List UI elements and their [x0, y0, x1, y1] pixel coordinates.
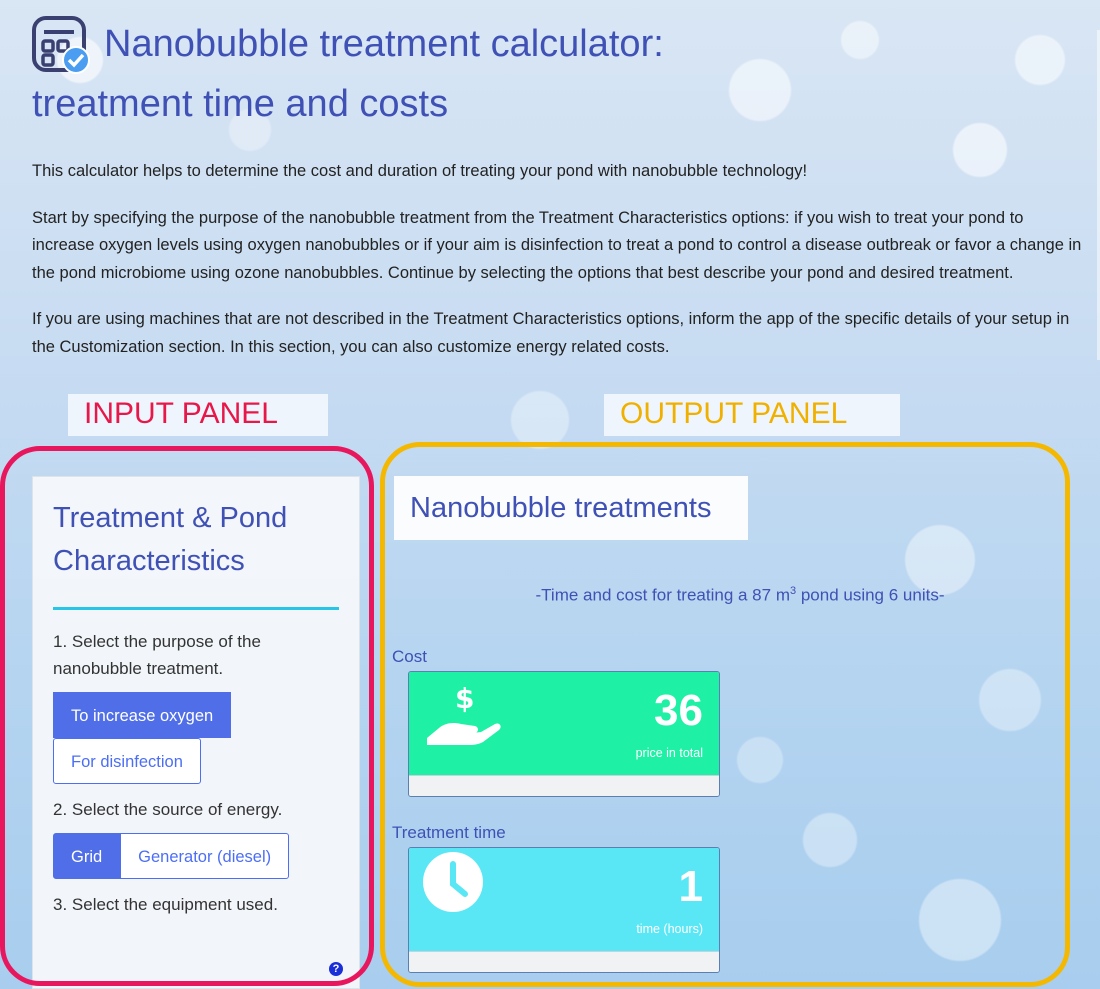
title-line-2: treatment time and costs — [32, 83, 449, 125]
input-panel-frame — [0, 446, 374, 986]
intro-paragraph-3: If you are using machines that are not d… — [32, 310, 1070, 356]
output-panel-frame — [380, 442, 1070, 987]
page-title: Nanobubble treatment calculator: treatme… — [32, 14, 792, 134]
input-panel-annotation: INPUT PANEL — [68, 394, 328, 436]
intro-paragraph-2: Start by specifying the purpose of the n… — [32, 208, 1082, 282]
output-panel-annotation: OUTPUT PANEL — [604, 394, 900, 436]
intro-text: This calculator helps to determine the c… — [32, 158, 1082, 380]
intro-paragraph-1: This calculator helps to determine the c… — [32, 162, 808, 180]
title-line-1: Nanobubble treatment calculator: — [104, 23, 664, 65]
